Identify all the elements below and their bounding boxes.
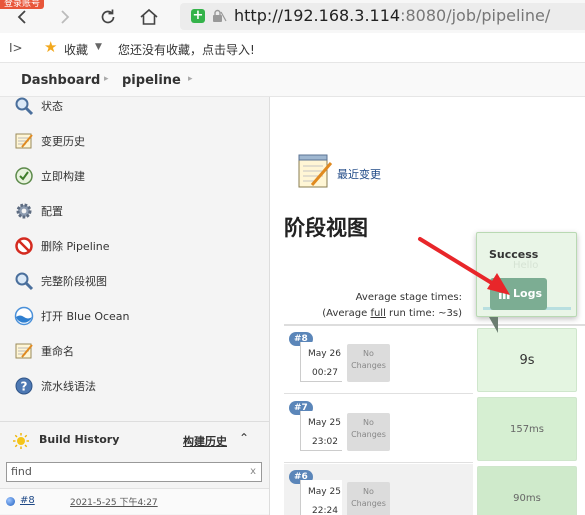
sun-weather-icon [13,433,29,449]
logs-button-label: Logs [513,287,542,300]
run-date: May 26 [308,349,341,359]
build-search-input[interactable]: find x [6,462,262,482]
recent-changes-notepad-icon [298,154,333,188]
avg-run-suffix: run time: ~3s) [385,308,462,319]
logs-button[interactable]: Logs [490,278,547,310]
build-number-link[interactable]: #8 [20,495,35,506]
sidebar-item-label: 完整阶段视图 [41,275,107,288]
star-icon[interactable]: ★ [44,39,57,55]
help-icon: ? [15,377,33,395]
stage-cell[interactable]: 157ms [477,397,577,461]
build-history-title: Build History [39,433,120,446]
magnifier-icon [15,97,34,116]
notepad-icon [15,133,33,149]
run-changes: No Changes [347,344,390,382]
sidebar-toggle-icon[interactable]: I> [9,41,23,55]
sidebar-item-full-stage-view[interactable]: 完整阶段视图 [0,266,269,296]
forward-arrow-icon [61,10,70,24]
sidebar-item-label: 流水线语法 [41,380,96,393]
sidebar-item-delete[interactable]: 删除 Pipeline [0,231,269,261]
reload-button[interactable] [95,4,121,30]
average-run-time-label: (Average full run time: ~3s) [322,308,462,319]
sidebar-item-rename[interactable]: 重命名 [0,336,269,366]
sidebar-item-label: 删除 Pipeline [41,240,110,253]
run-changes: No Changes [347,482,390,515]
bar-chart-icon [499,290,510,299]
back-arrow-icon [17,10,26,24]
breadcrumb-separator-icon[interactable]: ▸ [188,74,193,84]
stage-success-popup: Success Hello Logs [476,232,577,317]
magnifier-icon [15,272,34,291]
sidebar-item-blue-ocean[interactable]: 打开 Blue Ocean [0,301,269,331]
build-search-placeholder: find [11,465,32,478]
run-changes: No Changes [347,413,390,451]
clear-search-icon[interactable]: x [250,463,256,481]
sidebar-item-label: 重命名 [41,345,74,358]
run-date: May 25 [308,487,341,497]
breadcrumb-separator-icon[interactable]: ▸ [104,74,109,84]
run-time: 23:02 [312,437,338,447]
sidebar-item-label: 变更历史 [41,135,85,148]
url-text[interactable]: http://192.168.3.114:8080/job/pipeline/ [234,7,550,25]
sidebar-item-label: 立即构建 [41,170,85,183]
blue-ocean-icon [14,306,34,326]
run-date: May 25 [308,418,341,428]
no-entry-icon [15,237,33,255]
build-date-link[interactable]: 2021-5-25 下午4:27 [70,495,158,508]
chevron-down-icon[interactable]: ▼ [95,42,102,52]
build-history-panel: Build History 构建历史 ⌃ find x #8 2021-5-25… [0,421,269,515]
page: 登录账号 + http://192.168.3.114:8080/job/pip… [0,0,585,515]
average-stage-times-label: Average stage times: [355,292,462,303]
sidebar-item-label: 打开 Blue Ocean [41,310,130,323]
run-card-6[interactable]: #6 May 25 22:24 No Changes [284,464,473,515]
sidebar-item-label: 状态 [41,100,63,113]
run-card-7[interactable]: #7 May 25 23:02 No Changes [284,395,473,463]
sidebar-item-build-now[interactable]: 立即构建 [0,161,269,191]
avg-run-prefix: (Average [322,308,371,319]
lock-icon [213,9,227,22]
url-host: http://192.168.3.114 [234,6,401,25]
run-time: 22:24 [312,506,338,515]
home-button[interactable] [136,4,162,30]
sidebar: 状态 变更历史 立即构建 配置 删除 Pipeline 完整阶段视图 打开 Bl… [0,97,270,515]
build-history-row[interactable]: #8 2021-5-25 下午4:27 [0,488,269,514]
address-bar[interactable]: + http://192.168.3.114:8080/job/pipeline… [180,3,585,30]
avg-full-link[interactable]: full [370,308,385,319]
breadcrumb-pipeline[interactable]: pipeline [122,73,181,88]
popup-stage-name: Hello [513,260,539,271]
home-icon [140,8,158,25]
run-card-8[interactable]: #8 May 26 00:27 No Changes [284,326,473,394]
sidebar-item-configure[interactable]: 配置 [0,196,269,226]
reload-icon [101,9,115,24]
breadcrumb-dashboard[interactable]: Dashboard [21,73,100,88]
browser-toolbar: 登录账号 + http://192.168.3.114:8080/job/pip… [0,0,585,33]
run-date-box: May 25 22:24 [300,480,342,515]
bookmarks-bar: I> ★ 收藏 ▼ 您还没有收藏，点击导入! [0,33,585,63]
sidebar-item-pipeline-syntax[interactable]: ? 流水线语法 [0,371,269,401]
shield-plus-icon: + [191,8,205,23]
build-status-ball-icon [6,497,15,506]
sidebar-item-status[interactable]: 状态 [0,91,269,121]
stage-cell[interactable]: 90ms [477,466,577,515]
run-date-box: May 26 00:27 [300,342,342,382]
bookmarks-label[interactable]: 收藏 [64,41,88,58]
url-path: :8080/job/pipeline/ [400,6,551,25]
run-time: 00:27 [312,368,338,378]
sidebar-item-label: 配置 [41,205,63,218]
popup-pointer [489,317,498,333]
build-history-link[interactable]: 构建历史 [183,433,227,449]
run-date-box: May 25 23:02 [300,411,342,451]
stage-cell[interactable]: 9s [477,328,577,392]
collapse-icon[interactable]: ⌃ [239,431,249,445]
bookmarks-hint[interactable]: 您还没有收藏，点击导入! [118,41,255,58]
stage-view-title: 阶段视图 [284,216,368,240]
gear-icon [16,203,32,219]
forward-button[interactable] [52,4,78,30]
back-button[interactable] [9,4,35,30]
build-now-icon [15,167,33,185]
svg-text:?: ? [21,380,28,394]
recent-changes-link[interactable]: 最近变更 [337,166,381,182]
sidebar-item-changes[interactable]: 变更历史 [0,126,269,156]
notepad-icon [15,343,33,359]
